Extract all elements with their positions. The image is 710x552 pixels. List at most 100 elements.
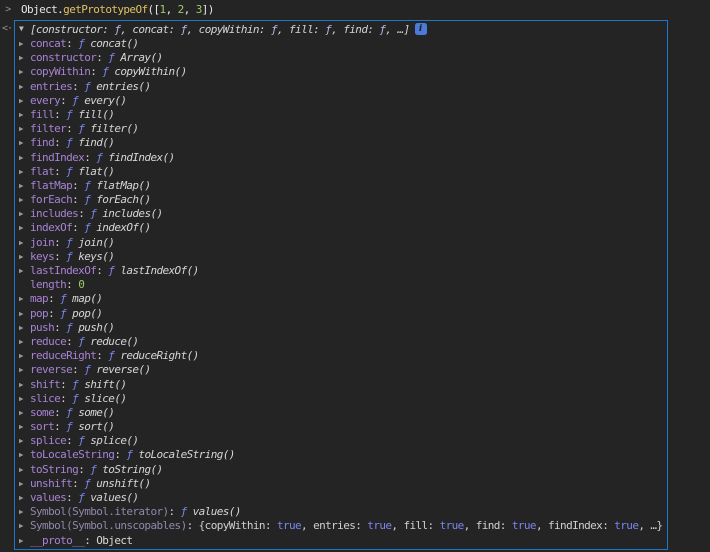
- property-row[interactable]: ▶ reduce: ƒ reduce(): [15, 335, 667, 349]
- property-row[interactable]: ▶ every: ƒ every(): [15, 94, 667, 108]
- property-name: constructor: [30, 51, 97, 65]
- expand-triangle-icon[interactable]: ▶: [19, 463, 30, 477]
- expand-triangle-icon[interactable]: ▶: [19, 94, 30, 108]
- property-row[interactable]: ▶ indexOf: ƒ indexOf(): [15, 221, 667, 235]
- collapse-triangle-icon[interactable]: ▼: [19, 24, 30, 33]
- expand-triangle-icon[interactable]: ▶: [19, 65, 30, 79]
- property-row[interactable]: ▶ push: ƒ push(): [15, 321, 667, 335]
- separator: :: [54, 136, 67, 150]
- expand-triangle-icon[interactable]: ▶: [19, 151, 30, 165]
- property-row[interactable]: ▶ __proto__: Object: [15, 534, 667, 548]
- property-row[interactable]: ▶ entries: ƒ entries(): [15, 80, 667, 94]
- property-row[interactable]: ▶ lastIndexOf: ƒ lastIndexOf(): [15, 264, 667, 278]
- expand-triangle-icon[interactable]: ▶: [19, 406, 30, 420]
- function-symbol: ƒ: [108, 51, 121, 65]
- property-row[interactable]: ▶ keys: ƒ keys(): [15, 250, 667, 264]
- property-row[interactable]: ▶ pop: ƒ pop(): [15, 307, 667, 321]
- return-value-arrow-icon: <·: [2, 23, 13, 34]
- property-name: push: [30, 320, 55, 334]
- function-name: sort(): [78, 420, 115, 434]
- property-row[interactable]: ▶ values: ƒ values(): [15, 491, 667, 505]
- expand-triangle-icon[interactable]: ▶: [19, 179, 30, 193]
- expand-triangle-icon[interactable]: ▶: [19, 477, 30, 491]
- property-row[interactable]: ▶ copyWithin: ƒ copyWithin(): [15, 65, 667, 79]
- expand-triangle-icon[interactable]: ▶: [19, 236, 30, 250]
- expand-triangle-icon[interactable]: ▶: [19, 392, 30, 406]
- expand-triangle-icon[interactable]: ▶: [19, 264, 30, 278]
- property-row[interactable]: ▶ find: ƒ find(): [15, 136, 667, 150]
- expand-triangle-icon[interactable]: ▶: [19, 335, 30, 349]
- property-row[interactable]: ▶ filter: ƒ filter(): [15, 122, 667, 136]
- property-value: Object: [96, 533, 133, 547]
- expand-triangle-icon[interactable]: ▶: [19, 250, 30, 264]
- separator: :: [54, 405, 67, 419]
- expand-triangle-icon[interactable]: ▶: [19, 491, 30, 505]
- separator: :: [96, 264, 109, 277]
- property-row[interactable]: ▶ toString: ƒ toString(): [15, 463, 667, 477]
- function-name: flat(): [78, 164, 115, 178]
- property-row[interactable]: ▶ join: ƒ join(): [15, 236, 667, 250]
- property-row[interactable]: ▶ toLocaleString: ƒ toLocaleString(): [15, 448, 667, 462]
- expand-triangle-icon[interactable]: ▶: [19, 448, 30, 462]
- property-row[interactable]: ▶ concat: ƒ concat(): [15, 37, 667, 51]
- preview-key: concat:: [132, 22, 181, 36]
- expand-triangle-icon[interactable]: ▶: [19, 505, 30, 519]
- property-row[interactable]: ▶ shift: ƒ shift(): [15, 378, 667, 392]
- separator: :: [72, 476, 85, 490]
- property-row[interactable]: ▶ forEach: ƒ forEach(): [15, 193, 667, 207]
- property-row[interactable]: ▶ map: ƒ map(): [15, 292, 667, 306]
- property-row[interactable]: ▶ fill: ƒ fill(): [15, 108, 667, 122]
- expand-triangle-icon[interactable]: ▶: [19, 534, 30, 548]
- boolean-value: true: [367, 519, 392, 533]
- function-symbol: ƒ: [60, 292, 73, 306]
- property-row[interactable]: ▶ reverse: ƒ reverse(): [15, 363, 667, 377]
- expand-triangle-icon[interactable]: ▶: [19, 434, 30, 448]
- expand-triangle-icon[interactable]: ▶: [19, 349, 30, 363]
- function-name: unshift(): [96, 476, 151, 490]
- property-row[interactable]: ▶ findIndex: ƒ findIndex(): [15, 151, 667, 165]
- object-preview-header[interactable]: ▼ [constructor: ƒ, concat: ƒ, copyWithin…: [15, 21, 667, 37]
- expand-triangle-icon[interactable]: ▶: [19, 136, 30, 150]
- expand-triangle-icon[interactable]: ▶: [19, 292, 30, 306]
- expand-triangle-icon[interactable]: ▶: [19, 193, 30, 207]
- object-preview-text: [constructor: ƒ, concat: ƒ, copyWithin: …: [30, 23, 410, 36]
- property-row[interactable]: ▶ flatMap: ƒ flatMap(): [15, 179, 667, 193]
- property-row[interactable]: ▶ constructor: ƒ Array(): [15, 51, 667, 65]
- expand-triangle-icon[interactable]: ▶: [19, 122, 30, 136]
- expand-triangle-icon[interactable]: ▶: [19, 378, 30, 392]
- info-badge-icon[interactable]: i: [414, 23, 427, 35]
- expand-triangle-icon[interactable]: ▶: [19, 321, 30, 335]
- function-symbol: ƒ: [66, 420, 79, 434]
- property-name: flat: [30, 164, 55, 178]
- function-name: reverse(): [96, 363, 151, 377]
- property-row[interactable]: ▶ splice: ƒ splice(): [15, 434, 667, 448]
- function-symbol: ƒ: [180, 505, 193, 519]
- expand-triangle-icon[interactable]: ▶: [19, 165, 30, 179]
- property-row[interactable]: ▶ Symbol(Symbol.iterator): ƒ values(): [15, 505, 667, 519]
- function-symbol: ƒ: [78, 334, 91, 348]
- expand-triangle-icon[interactable]: ▶: [19, 519, 30, 533]
- property-name: copyWithin: [30, 65, 91, 79]
- expand-triangle-icon[interactable]: ▶: [19, 51, 30, 65]
- property-name: Symbol(Symbol.unscopables): [30, 519, 187, 533]
- property-row[interactable]: ▶ sort: ƒ sort(): [15, 420, 667, 434]
- property-row[interactable]: ▶ reduceRight: ƒ reduceRight(): [15, 349, 667, 363]
- expand-triangle-icon[interactable]: ▶: [19, 420, 30, 434]
- expand-triangle-icon[interactable]: ▶: [19, 37, 30, 51]
- boolean-value: true: [614, 519, 639, 533]
- property-row: length: 0: [15, 278, 667, 292]
- expand-triangle-icon[interactable]: ▶: [19, 207, 30, 221]
- expand-triangle-icon[interactable]: ▶: [19, 221, 30, 235]
- console-command-text: Object.getPrototypeOf([1, 2, 3]): [16, 3, 214, 16]
- expand-triangle-icon[interactable]: ▶: [19, 80, 30, 94]
- expand-triangle-icon[interactable]: ▶: [19, 307, 30, 321]
- expand-triangle-icon[interactable]: ▶: [19, 363, 30, 377]
- property-row[interactable]: ▶ Symbol(Symbol.unscopables): {copyWithin…: [15, 519, 667, 533]
- property-row[interactable]: ▶ some: ƒ some(): [15, 406, 667, 420]
- property-row[interactable]: ▶ includes: ƒ includes(): [15, 207, 667, 221]
- property-row[interactable]: ▶ unshift: ƒ unshift(): [15, 477, 667, 491]
- property-row[interactable]: ▶ slice: ƒ slice(): [15, 392, 667, 406]
- separator: :: [84, 533, 97, 547]
- property-row[interactable]: ▶ flat: ƒ flat(): [15, 165, 667, 179]
- expand-triangle-icon[interactable]: ▶: [19, 108, 30, 122]
